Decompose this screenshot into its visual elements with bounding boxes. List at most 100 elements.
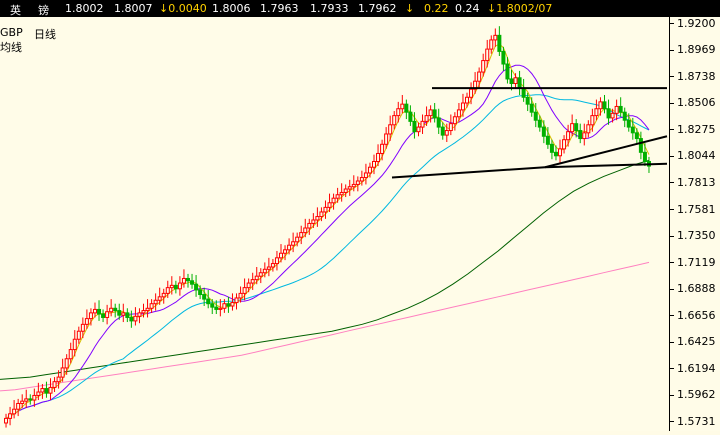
y-tick-label: 1.6194 (670, 362, 716, 375)
candle-body (242, 287, 247, 294)
candle-body (295, 236, 300, 243)
y-tick-label: 1.6888 (670, 282, 716, 295)
candle-body (404, 103, 409, 113)
candle-body (129, 316, 134, 322)
candle-body (210, 303, 215, 308)
candle-body (113, 307, 118, 312)
candle-body (582, 132, 587, 140)
candle-body (347, 186, 352, 190)
candle-body (68, 349, 73, 360)
candle-body (299, 232, 304, 238)
candle-body (465, 96, 470, 104)
candle-body (303, 227, 308, 234)
candle-body (52, 381, 57, 388)
ma-long-line (0, 159, 650, 380)
candle-body (630, 126, 635, 134)
candle-body (558, 148, 563, 157)
candle-body (218, 307, 223, 310)
candle-body (97, 308, 102, 315)
candle-body (521, 87, 526, 98)
candle-body (56, 376, 61, 383)
candle-body (574, 123, 579, 132)
candle-body (351, 183, 356, 188)
candle-body (141, 310, 146, 314)
candle-body (533, 111, 538, 121)
candle-body (384, 133, 389, 145)
candle-body (177, 282, 182, 290)
candle-body (254, 275, 259, 281)
candle-body (513, 77, 518, 85)
candle-body (64, 358, 69, 369)
candle-body (270, 263, 275, 268)
y-tick-label: 1.8738 (670, 70, 716, 83)
y-tick-label: 1.8969 (670, 43, 716, 56)
y-tick-label: 1.8506 (670, 96, 716, 109)
candle-body (88, 312, 93, 320)
quote-change: ↓0.0040 (159, 2, 207, 15)
quote-last: ↓1.8002/07 (487, 2, 553, 15)
candle-body (428, 109, 433, 117)
candle-body (460, 102, 465, 111)
candle-body (376, 152, 381, 162)
candle-body (121, 312, 126, 316)
candle-body (440, 126, 445, 136)
chart-canvas (0, 26, 668, 428)
candle-body (553, 151, 558, 157)
quote-high: 1.8007 (114, 2, 153, 15)
candle-body (311, 219, 316, 224)
candle-body (570, 123, 575, 133)
candle-body (452, 116, 457, 125)
candle-body (92, 308, 97, 314)
candle-body (396, 108, 401, 117)
candle-body (20, 400, 25, 404)
candle-body (16, 402, 21, 410)
y-tick-label: 1.6656 (670, 309, 716, 322)
candle-body (614, 105, 619, 114)
candle-body (165, 287, 170, 294)
candle-body (157, 296, 162, 301)
quote-arrow: ↓ (405, 2, 415, 15)
candle-body (278, 252, 283, 259)
candle-body (323, 206, 328, 213)
candle-body (190, 280, 195, 285)
candle-body (618, 105, 623, 113)
chart-indicator: 均线 (0, 41, 22, 54)
candle-body (331, 197, 336, 204)
candle-body (44, 388, 49, 394)
ma-slow-line (5, 64, 650, 419)
chart-symbol: GBP (0, 26, 23, 39)
candle-body (501, 50, 506, 65)
candle-body (169, 284, 174, 289)
y-tick-label: 1.5731 (670, 415, 716, 428)
y-tick-label: 1.8275 (670, 123, 716, 136)
candle-body (416, 126, 421, 133)
price-chart[interactable]: GBP 日线 均线 (0, 17, 669, 431)
candle-body (36, 391, 41, 396)
candle-body (60, 367, 65, 378)
y-tick-label: 1.7581 (670, 203, 716, 216)
candle-body (32, 394, 37, 401)
candle-body (444, 130, 449, 136)
chart-period: 日线 (34, 28, 56, 41)
y-tick-label: 1.6425 (670, 335, 716, 348)
candle-body (517, 77, 522, 89)
candle-body (392, 115, 397, 126)
candle-body (198, 289, 203, 296)
candle-body (420, 120, 425, 128)
candle-body (230, 302, 235, 307)
candle-body (610, 112, 615, 119)
candle-body (266, 266, 271, 270)
candle-body (525, 96, 530, 105)
chart-window: 英 镑 1.8002 1.8007 ↓0.0040 1.8006 1.7963 … (0, 0, 720, 431)
candle-body (109, 307, 114, 313)
candle-body (642, 151, 647, 162)
candle-body (408, 111, 413, 122)
candle-body (456, 109, 461, 118)
quote-name-2: 镑 (38, 4, 49, 17)
candle-body (566, 131, 571, 141)
candle-body (145, 307, 150, 312)
candle-body (493, 34, 498, 41)
candle-body (185, 277, 190, 282)
candle-body (448, 123, 453, 132)
quote-pct-2: 0.24 (455, 2, 480, 15)
